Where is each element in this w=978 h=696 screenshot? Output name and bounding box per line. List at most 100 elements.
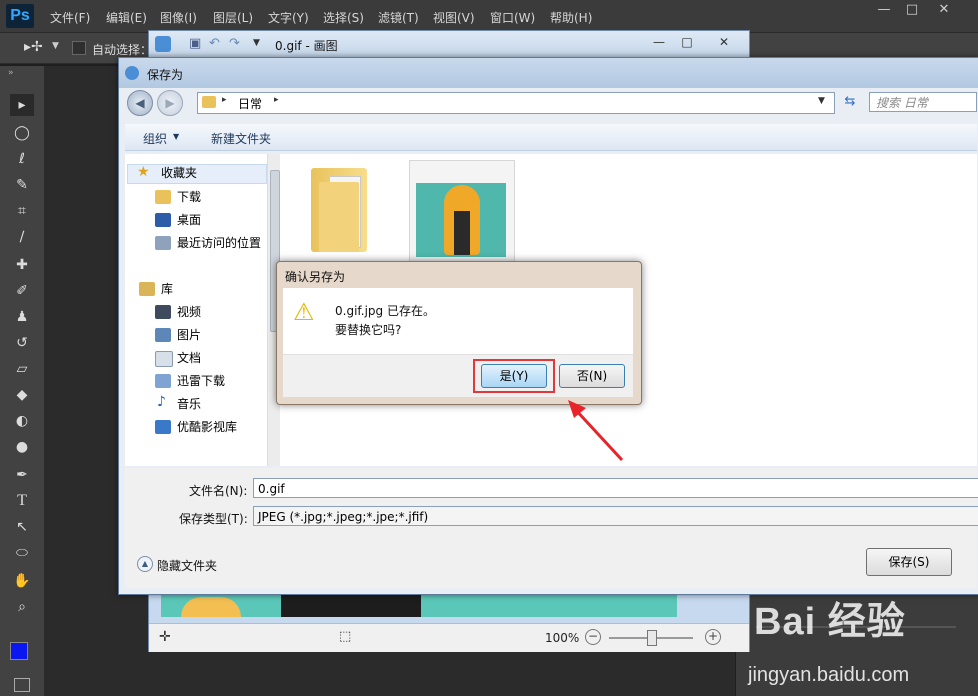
menu-edit[interactable]: 编辑(E) — [106, 9, 147, 26]
organize-menu[interactable]: 组织 — [143, 130, 167, 147]
healing-tool-icon[interactable]: ✚ — [10, 254, 34, 276]
no-button[interactable]: 否(N) — [559, 364, 625, 388]
hide-folders-toggle[interactable]: 隐藏文件夹 — [157, 557, 217, 574]
menu-window[interactable]: 窗口(W) — [490, 9, 535, 26]
confirm-button-area: 是(Y) 否(N) — [283, 354, 633, 397]
image-thumbnail-item[interactable] — [409, 160, 515, 262]
menu-view[interactable]: 视图(V) — [433, 9, 475, 26]
ps-minimize-button[interactable]: — — [870, 2, 898, 18]
quick-save-icon[interactable]: ▣ — [189, 36, 201, 51]
nav-libraries[interactable]: 库 — [161, 280, 173, 298]
paint-minimize-button[interactable]: — — [645, 35, 673, 51]
menu-filter[interactable]: 滤镜(T) — [378, 9, 419, 26]
crop-tool-icon[interactable]: ⌗ — [10, 200, 34, 222]
library-icon — [139, 282, 155, 296]
menu-type[interactable]: 文字(Y) — [268, 9, 309, 26]
history-brush-tool-icon[interactable]: ↺ — [10, 332, 34, 354]
save-button[interactable]: 保存(S) — [866, 548, 952, 576]
address-dropdown-icon[interactable]: ▼ — [818, 96, 825, 106]
photoshop-logo: Ps — [6, 4, 34, 28]
refresh-icon[interactable]: ⇆ — [839, 92, 861, 112]
collapse-up-icon[interactable]: ▲ — [137, 556, 153, 572]
nav-youku[interactable]: 优酷影视库 — [177, 418, 237, 436]
breadcrumb-arrow-icon[interactable]: ▸ — [274, 95, 279, 105]
redo-icon[interactable]: ↷ — [229, 36, 240, 51]
customize-toolbar-icon[interactable]: ▼ — [253, 38, 260, 48]
zoom-slider-thumb[interactable] — [647, 630, 657, 646]
nav-xunlei[interactable]: 迅雷下载 — [177, 372, 225, 390]
paint-bucket-tool-icon[interactable]: ◆ — [10, 384, 34, 406]
paint-maximize-button[interactable]: □ — [673, 35, 701, 51]
filetype-label: 保存类型(T): — [179, 512, 248, 526]
lasso-tool-icon[interactable]: ℓ — [10, 148, 34, 170]
forward-button[interactable]: ▶ — [157, 90, 183, 116]
stamp-tool-icon[interactable]: ♟ — [10, 306, 34, 328]
zoom-tool-icon[interactable]: ⌕ — [10, 596, 34, 618]
paint-app-icon — [155, 36, 171, 52]
pictures-icon — [155, 328, 171, 342]
move-tool-icon[interactable]: ▸✢ — [24, 39, 43, 55]
menu-layer[interactable]: 图层(L) — [213, 9, 253, 26]
foreground-color-swatch[interactable] — [10, 642, 28, 660]
confirm-message-line2: 要替换它吗? — [335, 323, 402, 337]
shape-tool-icon[interactable]: ⬭ — [10, 542, 34, 564]
dodge-tool-icon[interactable]: ● — [10, 436, 34, 458]
hand-tool-icon[interactable]: ✋ — [10, 570, 34, 592]
nav-pictures[interactable]: 图片 — [177, 326, 201, 344]
nav-recent[interactable]: 最近访问的位置 — [177, 234, 261, 252]
address-bar[interactable]: ▸ 日常 ▸ ▼ — [197, 92, 835, 114]
videos-icon — [155, 305, 171, 319]
collapse-arrows-icon[interactable]: » — [8, 68, 14, 78]
eyedropper-tool-icon[interactable]: ∕ — [10, 226, 34, 248]
quick-mask-icon[interactable] — [14, 678, 30, 692]
path-select-tool-icon[interactable]: ↖ — [10, 516, 34, 538]
nav-music[interactable]: 音乐 — [177, 395, 201, 413]
nav-downloads[interactable]: 下载 — [177, 188, 201, 206]
baidu-watermark: Bai 经验 — [754, 590, 974, 650]
filename-input[interactable]: 0.gif — [253, 478, 978, 498]
save-dialog-title: 保存为 — [147, 68, 184, 82]
selection-size-icon: ⬚ — [339, 629, 352, 644]
menu-select[interactable]: 选择(S) — [323, 9, 364, 26]
paint-titlebar: ▣ ↶ ↷ ▼ 0.gif - 画图 — □ ✕ — [149, 31, 749, 57]
ps-maximize-button[interactable]: □ — [898, 2, 926, 18]
auto-select-checkbox[interactable] — [72, 41, 86, 55]
chevron-down-icon[interactable]: ▼ — [173, 132, 179, 141]
menu-file[interactable]: 文件(F) — [50, 9, 90, 26]
nav-favorites[interactable]: 收藏夹 — [161, 164, 197, 182]
new-folder-button[interactable]: 新建文件夹 — [211, 130, 271, 147]
zoom-in-button[interactable]: + — [705, 629, 721, 645]
watermark-brand: Bai 经验 — [754, 601, 906, 643]
brush-tool-icon[interactable]: ✐ — [10, 280, 34, 302]
move-tool-icon[interactable]: ▸ — [10, 94, 34, 116]
pen-tool-icon[interactable]: ✒ — [10, 464, 34, 486]
save-form: 文件名(N): 0.gif 保存类型(T): JPEG (*.jpg;*.jpe… — [125, 468, 978, 588]
quick-select-tool-icon[interactable]: ✎ — [10, 174, 34, 196]
nav-videos[interactable]: 视频 — [177, 303, 201, 321]
yes-button[interactable]: 是(Y) — [481, 364, 547, 388]
menu-image[interactable]: 图像(I) — [160, 9, 197, 26]
filename-label: 文件名(N): — [189, 484, 248, 498]
eraser-tool-icon[interactable]: ▱ — [10, 358, 34, 380]
blur-tool-icon[interactable]: ◐ — [10, 410, 34, 432]
warning-icon: ⚠ — [293, 298, 315, 326]
paint-title-text: 0.gif - 画图 — [275, 39, 338, 53]
ps-close-button[interactable]: ✕ — [930, 2, 958, 18]
nav-documents[interactable]: 文档 — [177, 349, 201, 367]
menu-help[interactable]: 帮助(H) — [550, 9, 592, 26]
undo-icon[interactable]: ↶ — [209, 36, 220, 51]
type-tool-icon[interactable]: T — [10, 490, 34, 512]
zoom-out-button[interactable]: − — [585, 629, 601, 645]
breadcrumb-arrow-icon[interactable]: ▸ — [222, 95, 227, 105]
nav-desktop[interactable]: 桌面 — [177, 211, 201, 229]
back-button[interactable]: ◀ — [127, 90, 153, 116]
paint-close-button[interactable]: ✕ — [705, 35, 743, 51]
search-input[interactable]: 搜索 日常 — [869, 92, 977, 112]
breadcrumb-current[interactable]: 日常 — [238, 95, 262, 112]
marquee-tool-icon[interactable]: ◯ — [10, 122, 34, 144]
chevron-down-icon[interactable]: ▼ — [52, 41, 59, 51]
navigation-pane: ★ 收藏夹 下载 桌面 最近访问的位置 库 视频 图片 文档 迅雷下载 ♪ 音乐… — [125, 154, 285, 466]
folder-item[interactable] — [311, 162, 371, 252]
filetype-select[interactable]: JPEG (*.jpg;*.jpeg;*.jpe;*.jfif) — [253, 506, 978, 526]
music-note-icon: ♪ — [157, 394, 166, 410]
